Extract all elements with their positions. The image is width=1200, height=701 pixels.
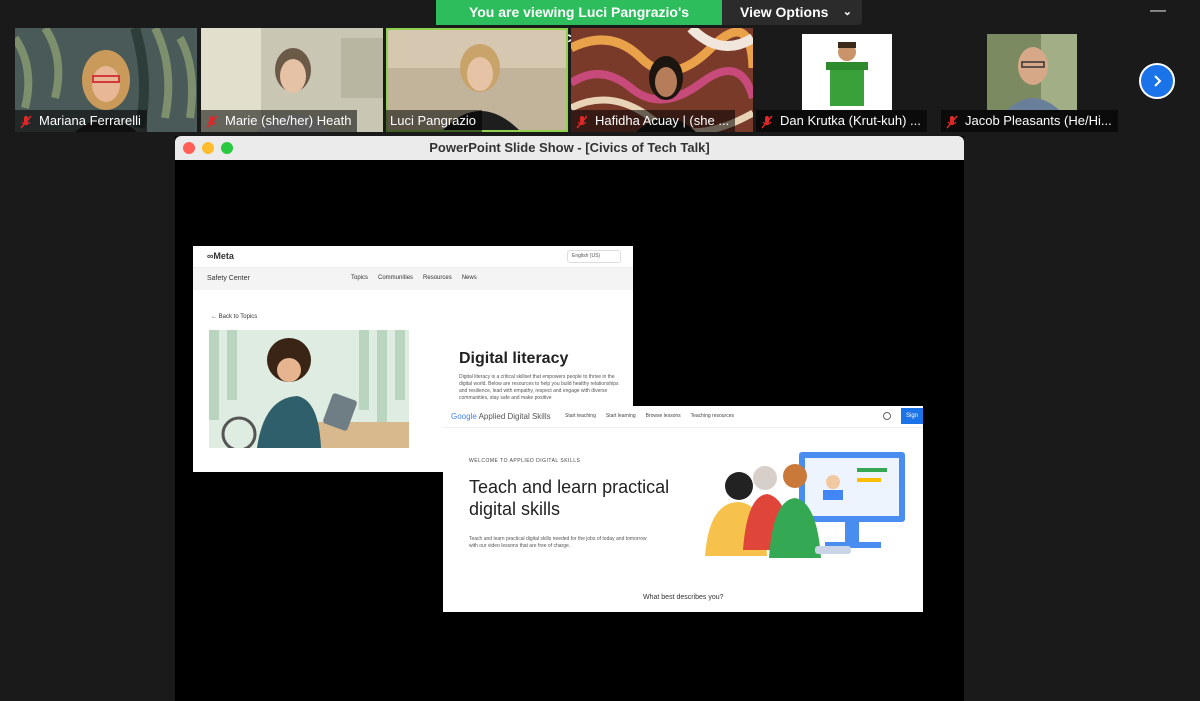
google-header: Google Applied Digital Skills Start teac… bbox=[443, 406, 923, 428]
meta-header: ∞Meta English (US) bbox=[193, 246, 633, 268]
viewing-screen-label: You are viewing Luci Pangrazio's screen bbox=[436, 0, 722, 45]
powerpoint-slideshow-window: PowerPoint Slide Show - [Civics of Tech … bbox=[175, 136, 964, 701]
google-nav-browse-lessons: Browse lessons bbox=[645, 413, 681, 419]
google-wordmark: Google bbox=[451, 412, 477, 421]
screen-share-banner: You are viewing Luci Pangrazio's screen … bbox=[436, 0, 862, 45]
participant-name-tag: Luci Pangrazio bbox=[386, 110, 482, 132]
google-body-text: Teach and learn practical digital skills… bbox=[469, 536, 647, 549]
google-applied-digital-skills-screenshot: Google Applied Digital Skills Start teac… bbox=[443, 406, 923, 612]
google-question-text: What best describes you? bbox=[643, 594, 724, 601]
muted-mic-icon bbox=[575, 114, 589, 129]
participant-tile-active-speaker[interactable]: Luci Pangrazio bbox=[386, 28, 568, 132]
product-name: Applied Digital Skills bbox=[478, 412, 551, 421]
participant-tile[interactable]: Mariana Ferrarelli bbox=[15, 28, 197, 132]
close-window-button[interactable] bbox=[183, 142, 195, 154]
participant-name-tag: Marie (she/her) Heath bbox=[201, 110, 358, 132]
digital-literacy-illustration bbox=[209, 330, 409, 448]
meta-nav-topics: Topics bbox=[351, 275, 369, 281]
google-heading: Teach and learn practical digital skills bbox=[469, 477, 670, 519]
participant-name: Jacob Pleasants (He/Hi... bbox=[965, 113, 1112, 128]
window-title: PowerPoint Slide Show - [Civics of Tech … bbox=[429, 140, 710, 155]
participant-name: Mariana Ferrarelli bbox=[39, 113, 141, 128]
muted-mic-icon bbox=[945, 114, 959, 129]
participant-name: Hafidha Acuay | (she ... bbox=[595, 113, 730, 128]
back-to-topics-link: ← Back to Topics bbox=[211, 314, 258, 320]
participant-name: Dan Krutka (Krut-kuh) ... bbox=[780, 113, 921, 128]
google-nav-links: Start teaching Start learning Browse les… bbox=[565, 413, 734, 419]
google-nav-start-teaching: Start teaching bbox=[565, 413, 596, 419]
meta-nav-communities: Communities bbox=[378, 275, 414, 281]
chevron-right-icon bbox=[1154, 75, 1162, 87]
maximize-window-button[interactable] bbox=[221, 142, 233, 154]
safety-center-label: Safety Center bbox=[207, 275, 250, 282]
muted-mic-icon bbox=[760, 114, 774, 129]
participant-tile[interactable]: Dan Krutka (Krut-kuh) ... bbox=[756, 28, 938, 132]
meta-logo: ∞Meta bbox=[207, 251, 234, 261]
zoom-meeting-window: You are viewing Luci Pangrazio's screen … bbox=[0, 0, 1200, 701]
muted-mic-icon bbox=[19, 114, 33, 129]
google-eyebrow-text: WELCOME TO APPLIED DIGITAL SKILLS bbox=[469, 458, 581, 464]
window-controls bbox=[183, 142, 233, 154]
participant-tile[interactable]: Hafidha Acuay | (she ... bbox=[571, 28, 753, 132]
google-nav-start-learning: Start learning bbox=[605, 413, 636, 419]
participant-tile[interactable]: Jacob Pleasants (He/Hi... bbox=[941, 28, 1123, 132]
help-icon bbox=[883, 412, 891, 420]
view-options-label: View Options bbox=[740, 4, 829, 20]
language-select: English (US) bbox=[567, 250, 621, 263]
meta-nav-resources: Resources bbox=[423, 275, 452, 281]
window-titlebar: PowerPoint Slide Show - [Civics of Tech … bbox=[175, 136, 964, 160]
participant-name-tag: Jacob Pleasants (He/Hi... bbox=[941, 110, 1118, 132]
meta-nav-links: Topics Communities Resources News bbox=[351, 275, 477, 281]
participant-name-tag: Dan Krutka (Krut-kuh) ... bbox=[756, 110, 927, 132]
participant-tile[interactable]: Marie (she/her) Heath bbox=[201, 28, 383, 132]
next-participants-button[interactable] bbox=[1139, 63, 1175, 99]
chevron-down-icon: ⌄ bbox=[842, 6, 852, 18]
participant-name: Luci Pangrazio bbox=[390, 113, 476, 128]
muted-mic-icon bbox=[205, 114, 219, 129]
minimize-button[interactable]: — bbox=[1150, 2, 1166, 20]
google-nav-teaching-resources: Teaching resources bbox=[690, 413, 734, 419]
participant-name: Marie (she/her) Heath bbox=[225, 113, 352, 128]
view-options-button[interactable]: View Options ⌄ bbox=[722, 0, 862, 25]
meta-body-text: Digital literacy is a critical skillset … bbox=[459, 374, 619, 401]
participant-name-tag: Mariana Ferrarelli bbox=[15, 110, 147, 132]
meta-nav-news: News bbox=[461, 275, 477, 281]
google-signin-button: Sign bbox=[901, 408, 923, 424]
participant-name-tag: Hafidha Acuay | (she ... bbox=[571, 110, 736, 132]
meta-nav-bar: Safety Center Topics Communities Resourc… bbox=[193, 268, 633, 290]
people-at-computer-illustration bbox=[705, 452, 905, 558]
minimize-window-button[interactable] bbox=[202, 142, 214, 154]
meta-heading: Digital literacy bbox=[459, 350, 569, 367]
google-logo: Google Applied Digital Skills bbox=[451, 412, 551, 421]
